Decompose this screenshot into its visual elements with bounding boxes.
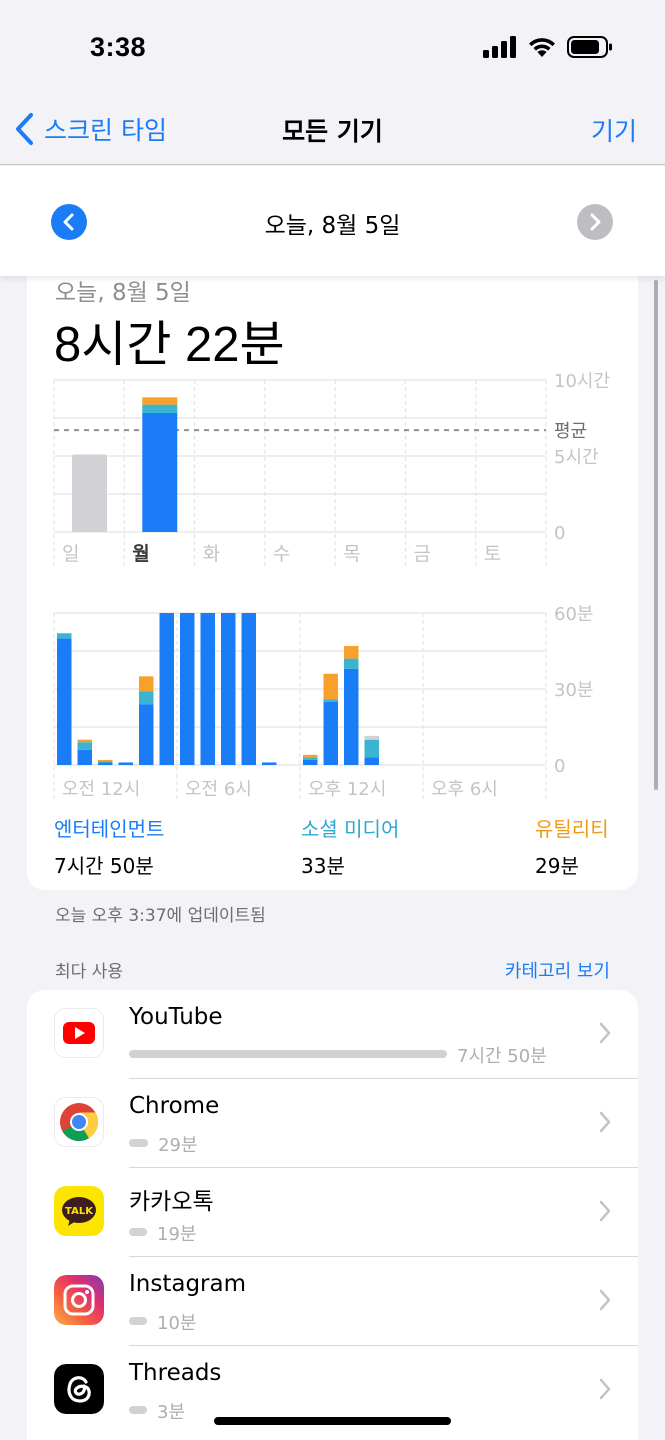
bar-segment [200,613,215,765]
bar-segment [364,757,379,765]
bar-segment [303,757,318,760]
usage-time: 7시간 50분 [457,1046,547,1067]
x-tick-label: 오후 12시 [308,779,386,800]
app-name: Threads [129,1360,222,1386]
x-tick-label: 오전 12시 [62,779,140,800]
usage-card: 오늘, 8월 5일 8시간 22분 10시간 5시간 0 평균 일 월 화 수 목 금 토 60분 3… [27,245,638,890]
navigation-bar: 스크린 타임 모든 기기 기기 [0,95,665,165]
chevron-right-icon [599,1200,611,1222]
chevron-right-icon [590,213,601,231]
bar-segment [344,658,359,669]
bar-segment [118,762,133,765]
y-tick-label: 60분 [554,604,593,625]
bar-segment [323,673,338,700]
x-tick-label: 오후 6시 [431,779,498,800]
next-day-button[interactable] [577,204,613,240]
category-social-media: 소셜 미디어 33분 [301,813,399,879]
bar-segment [57,633,72,639]
threads-icon [54,1364,104,1414]
bar-segment [98,759,113,762]
app-name: YouTube [129,1004,223,1030]
chrome-icon [54,1097,104,1147]
app-row-kakaotalk[interactable]: TALK 카카오톡 19분 [27,1168,638,1257]
usage-time: 3분 [157,1402,186,1423]
category-value: 29분 [535,854,579,878]
usage-time: 10분 [157,1313,197,1334]
usage-bar [129,1139,149,1147]
app-name: 카카오톡 [129,1189,214,1215]
chevron-right-icon [599,1111,611,1133]
battery-icon [567,36,612,58]
home-indicator [214,1417,451,1425]
status-bar: 3:38 [0,0,665,95]
hourly-usage-chart[interactable]: 60분 30분 0 오전 12시 오전 6시 오후 12시 오후 6시 [27,245,638,815]
chevron-right-icon [599,1289,611,1311]
status-icons [483,36,613,58]
scroll-indicator [654,280,658,790]
chevron-right-icon [599,1378,611,1400]
usage-time: 19분 [157,1224,197,1245]
bar-segment [323,701,338,765]
bar-segment [344,668,359,765]
category-name: 소셜 미디어 [301,817,400,841]
wifi-icon [529,38,555,57]
usage-bar [129,1228,147,1236]
app-usage-list: YouTube 7시간 50분 Chrome 29분 TALK 카카오톡 19분… [27,990,638,1440]
category-value: 7시간 50분 [54,854,154,878]
usage-bar [129,1050,447,1058]
app-row-instagram[interactable]: Instagram 10분 [27,1257,638,1346]
bar-segment [221,613,236,765]
bar-segment [139,704,154,765]
bar-segment [77,749,92,765]
bar-segment [364,735,379,740]
category-name: 엔터테인먼트 [54,817,165,841]
app-name: Chrome [129,1093,220,1119]
bar-segment [77,739,92,743]
bar-segment [262,762,277,765]
app-row-chrome[interactable]: Chrome 29분 [27,1079,638,1168]
bar-segment [139,676,154,692]
bar-segment [303,754,318,758]
bar-segment [323,699,338,702]
show-categories-link[interactable]: 카테고리 보기 [505,957,610,983]
bar-segment [241,613,256,765]
bar-segment [344,645,359,659]
bar-segment [180,613,195,765]
bar-segment [98,762,113,765]
bar-segment [303,759,318,765]
chevron-right-icon [599,1022,611,1044]
most-used-header: 최다 사용 [55,962,123,982]
y-tick-label: 30분 [554,680,593,701]
category-value: 33분 [301,854,345,878]
devices-button[interactable]: 기기 [591,112,637,148]
usage-bar [129,1317,147,1325]
app-name: Instagram [129,1271,247,1297]
page-title: 모든 기기 [282,117,383,146]
y-tick-label: 0 [554,756,565,777]
bar-segment [57,638,72,765]
bar-segment [77,742,92,750]
youtube-icon [54,1008,104,1058]
bar-segment [159,613,174,765]
category-entertainment: 엔터테인먼트 7시간 50분 [54,813,164,879]
date-selector: 오늘, 8월 5일 [0,166,665,276]
app-row-youtube[interactable]: YouTube 7시간 50분 [27,990,638,1079]
status-time: 3:38 [90,32,147,62]
x-tick-label: 오전 6시 [185,779,252,800]
category-utilities: 유틸리티 29분 [535,813,609,879]
instagram-icon [54,1275,104,1325]
cellular-signal-icon [483,36,516,58]
current-date-label: 오늘, 8월 5일 [264,213,401,239]
usage-time: 29분 [158,1135,198,1156]
bar-segment [364,739,379,758]
category-name: 유틸리티 [535,817,609,841]
kakaotalk-icon: TALK [54,1186,104,1236]
svg-text:TALK: TALK [65,1206,94,1217]
bar-segment [139,691,154,705]
usage-bar [129,1406,147,1414]
updated-timestamp: 오늘 오후 3:37에 업데이트됨 [55,906,266,926]
